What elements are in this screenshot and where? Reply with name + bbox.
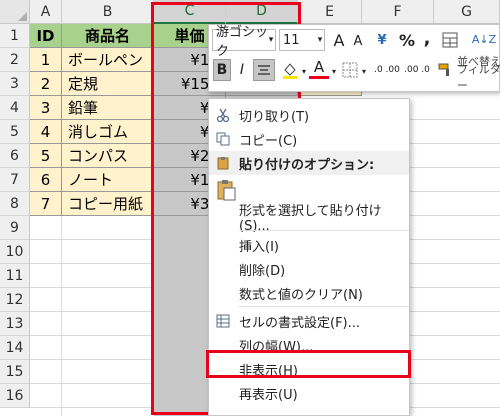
format-cells-icon bbox=[215, 313, 231, 329]
menu-item-label: 形式を選択して貼り付け(S)... bbox=[239, 204, 382, 234]
menu-separator bbox=[239, 306, 409, 307]
increase-decimal-icon[interactable]: .0 .00 bbox=[373, 59, 401, 81]
bold-button[interactable]: B bbox=[213, 59, 231, 81]
table-cell[interactable]: コピー用紙 bbox=[62, 192, 154, 216]
chevron-down-icon[interactable]: ▾ bbox=[329, 63, 339, 79]
format-painter-icon[interactable] bbox=[435, 59, 455, 81]
menu-item-label: コピー(C) bbox=[239, 133, 298, 149]
menu-item-column-width[interactable]: 列の幅(W)... bbox=[209, 333, 409, 357]
copy-icon bbox=[215, 131, 231, 147]
chevron-down-icon[interactable]: ▾ bbox=[265, 31, 277, 49]
table-cell[interactable]: 鉛筆 bbox=[62, 96, 154, 120]
gridline bbox=[61, 216, 62, 416]
menu-item-unhide[interactable]: 再表示(U) bbox=[209, 381, 409, 405]
row-header[interactable]: 15 bbox=[0, 360, 30, 384]
table-cell[interactable]: 1 bbox=[30, 48, 62, 72]
column-header-g[interactable]: G bbox=[434, 0, 500, 24]
borders-icon[interactable] bbox=[341, 61, 359, 79]
italic-button[interactable]: I bbox=[233, 59, 251, 81]
column-header-b[interactable]: B bbox=[62, 0, 154, 24]
chevron-down-icon[interactable]: ▾ bbox=[359, 63, 369, 79]
fill-color-icon[interactable] bbox=[279, 59, 301, 81]
font-color-icon[interactable]: A bbox=[309, 57, 329, 79]
row-header[interactable]: 2 bbox=[0, 48, 30, 72]
row-header[interactable]: 11 bbox=[0, 264, 30, 288]
row-header[interactable]: 9 bbox=[0, 216, 30, 240]
table-cell[interactable]: 5 bbox=[30, 144, 62, 168]
table-cell[interactable]: コンパス bbox=[62, 144, 154, 168]
menu-item-label: 再表示(U) bbox=[239, 387, 298, 403]
menu-item-format-cells[interactable]: セルの書式設定(F)... bbox=[209, 309, 409, 333]
menu-item-label: セルの書式設定(F)... bbox=[239, 315, 361, 331]
column-header-e[interactable]: E bbox=[298, 0, 362, 24]
menu-item-cut[interactable]: 切り取り(T) bbox=[209, 103, 409, 127]
shrink-font-icon[interactable]: A bbox=[349, 31, 367, 51]
row-header[interactable]: 12 bbox=[0, 288, 30, 312]
row-header[interactable]: 16 bbox=[0, 384, 30, 408]
percent-icon[interactable]: % bbox=[397, 29, 417, 51]
row-header[interactable]: 3 bbox=[0, 72, 30, 96]
menu-item-label: 列の幅(W)... bbox=[239, 339, 314, 355]
comma-icon[interactable]: , bbox=[419, 27, 435, 49]
menu-item-label: 削除(D) bbox=[239, 263, 286, 279]
table-cell[interactable]: 2 bbox=[30, 72, 62, 96]
empty-grid-left bbox=[30, 216, 154, 416]
menu-item-label: 貼り付けのオプション: bbox=[239, 157, 375, 173]
paste-icon bbox=[215, 179, 237, 201]
row-header[interactable]: 5 bbox=[0, 120, 30, 144]
cut-icon bbox=[215, 107, 231, 123]
paste-options-icon bbox=[215, 155, 231, 171]
menu-item-clear-contents[interactable]: 数式と値のクリア(N) bbox=[209, 281, 409, 305]
chevron-down-icon[interactable]: ▾ bbox=[314, 31, 326, 49]
table-cell[interactable]: 7 bbox=[30, 192, 62, 216]
row-header[interactable]: 13 bbox=[0, 312, 30, 336]
row-header[interactable]: 14 bbox=[0, 336, 30, 360]
column-header-a[interactable]: A bbox=[30, 0, 62, 24]
table-cell[interactable]: 6 bbox=[30, 168, 62, 192]
row-header[interactable]: 4 bbox=[0, 96, 30, 120]
menu-item-delete[interactable]: 削除(D) bbox=[209, 257, 409, 281]
menu-item-copy[interactable]: コピー(C) bbox=[209, 127, 409, 151]
menu-item-label: 数式と値のクリア(N) bbox=[239, 287, 363, 303]
format-table-icon[interactable] bbox=[441, 31, 459, 49]
row-header[interactable]: 7 bbox=[0, 168, 30, 192]
table-cell[interactable]: 消しゴム bbox=[62, 120, 154, 144]
align-center-icon[interactable] bbox=[253, 59, 275, 81]
currency-icon[interactable]: ¥ bbox=[369, 29, 395, 51]
context-menu: 切り取り(T) コピー(C) 貼り付けのオプション: 形式を選択して貼り付け(S… bbox=[208, 98, 410, 416]
header-cell-name[interactable]: 商品名 bbox=[62, 24, 154, 48]
select-all-corner[interactable] bbox=[0, 0, 30, 24]
table-cell[interactable]: ノート bbox=[62, 168, 154, 192]
menu-item-hide[interactable]: 非表示(H) bbox=[209, 357, 409, 381]
table-cell[interactable]: ボールペン bbox=[62, 48, 154, 72]
decrease-decimal-icon[interactable]: .00 .0 bbox=[403, 59, 431, 81]
mini-toolbar: 游ゴシック ▾ 11 ▾ A A ¥ % , A↓Z B I ▾ A ▾ ▾ .… bbox=[208, 24, 500, 92]
menu-item-label: 挿入(I) bbox=[239, 239, 279, 255]
menu-separator bbox=[239, 230, 409, 231]
chevron-down-icon[interactable]: ▾ bbox=[299, 63, 309, 79]
menu-item-insert[interactable]: 挿入(I) bbox=[209, 233, 409, 257]
grow-font-icon[interactable]: A bbox=[329, 29, 349, 51]
header-cell-id[interactable]: ID bbox=[30, 24, 62, 48]
table-cell[interactable]: 定規 bbox=[62, 72, 154, 96]
row-header[interactable]: 6 bbox=[0, 144, 30, 168]
table-cell[interactable]: 4 bbox=[30, 120, 62, 144]
row-header[interactable]: 1 bbox=[0, 24, 30, 48]
menu-item-label: 非表示(H) bbox=[239, 363, 298, 379]
menu-item-paste-special[interactable]: 形式を選択して貼り付け(S)... bbox=[209, 204, 409, 234]
sort-filter-label-2[interactable]: フィルター bbox=[457, 63, 500, 92]
table-cell[interactable]: 3 bbox=[30, 96, 62, 120]
column-header-f[interactable]: F bbox=[362, 0, 434, 24]
row-header[interactable]: 8 bbox=[0, 192, 30, 216]
row-header[interactable]: 10 bbox=[0, 240, 30, 264]
menu-section-paste-options: 貼り付けのオプション: bbox=[209, 151, 409, 175]
menu-item-label: 切り取り(T) bbox=[239, 109, 310, 125]
sort-filter-icon[interactable]: A↓Z bbox=[471, 29, 497, 49]
